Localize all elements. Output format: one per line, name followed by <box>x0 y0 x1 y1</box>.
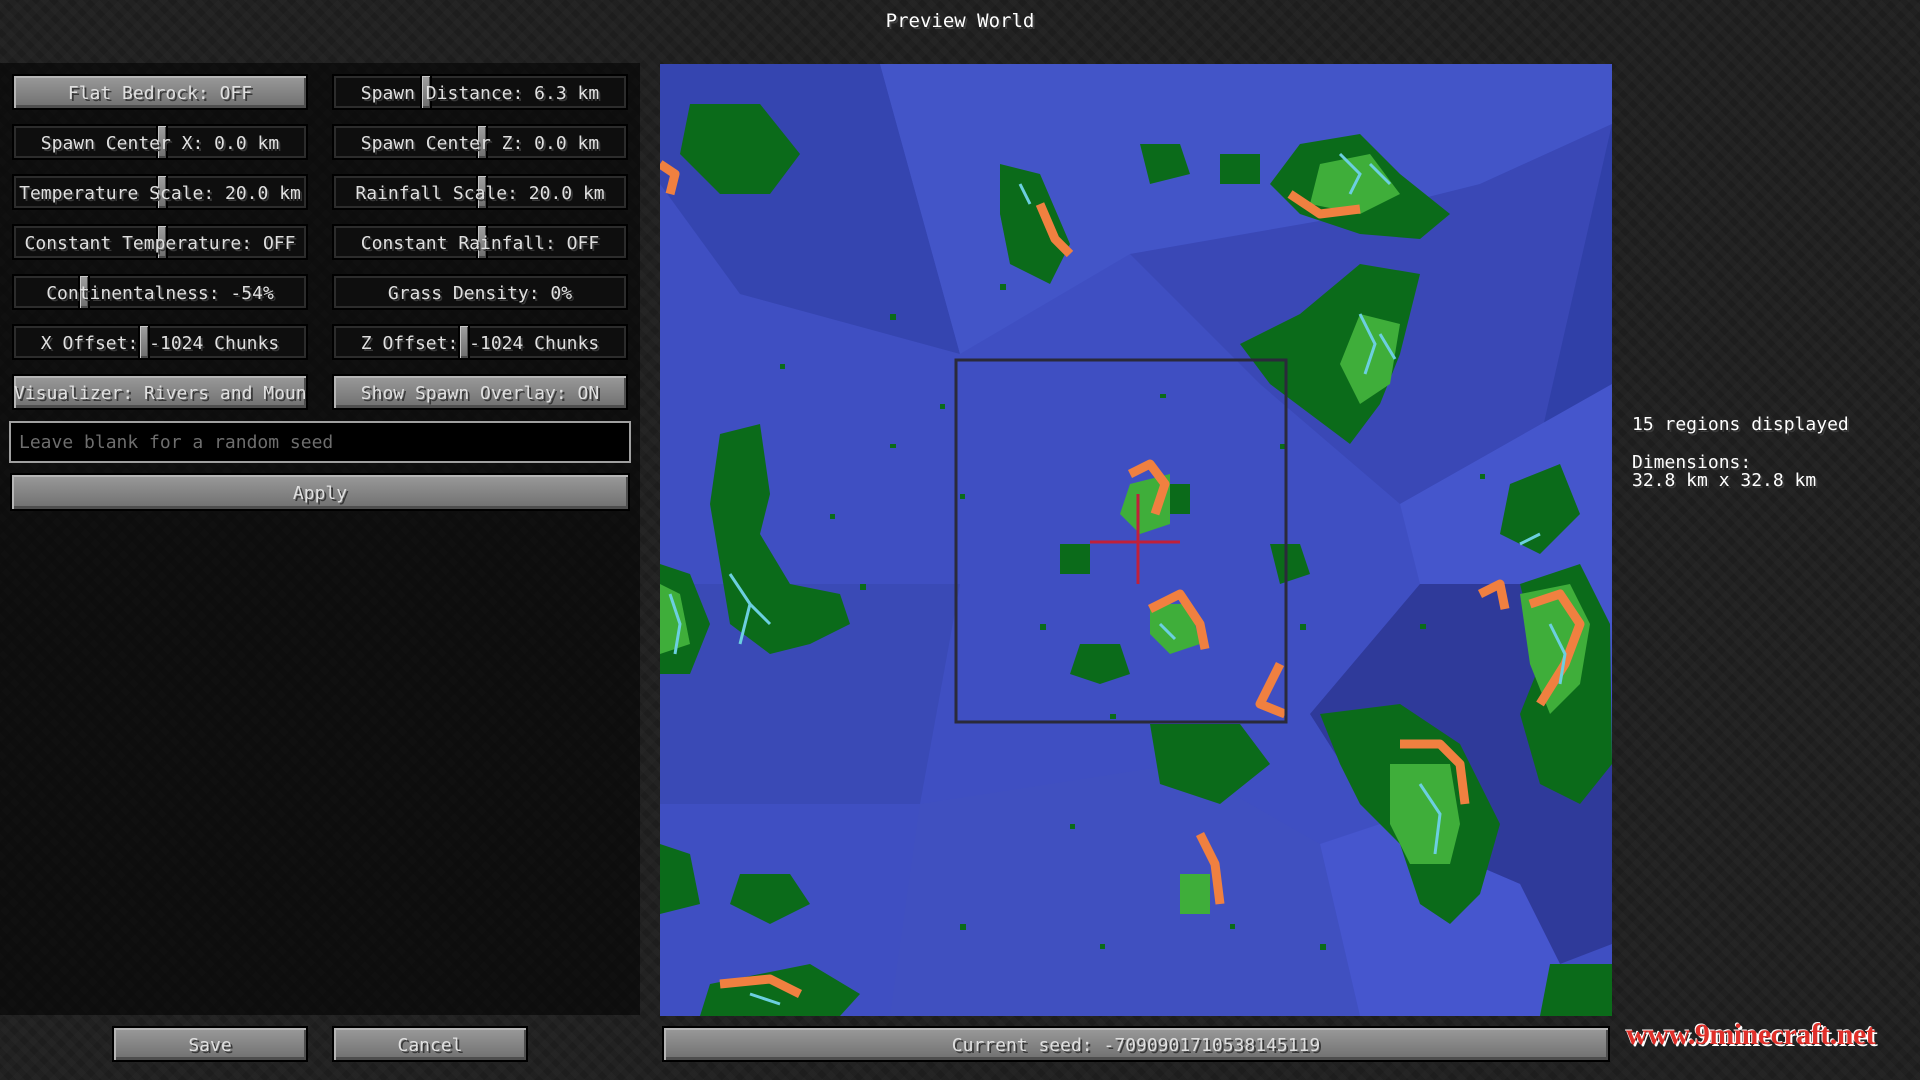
rainfall-scale-slider[interactable]: Rainfall Scale: 20.0 km <box>332 174 628 210</box>
rainfall-scale-label: Rainfall Scale: 20.0 km <box>355 183 605 204</box>
grass-density-label: Grass Density: 0% <box>387 283 573 304</box>
grass-density-slider[interactable]: Grass Density: 0% <box>332 274 628 310</box>
current-seed-display[interactable]: Current seed: -7090901710538145119 <box>662 1026 1610 1062</box>
flat-bedrock-button[interactable]: Flat Bedrock: OFF <box>12 74 308 110</box>
dimensions-value: 32.8 km x 32.8 km <box>1632 470 1817 491</box>
continentalness-label: Continentalness: -54% <box>46 283 274 304</box>
save-button[interactable]: Save <box>112 1026 308 1062</box>
spawn-distance-label: Spawn Distance: 6.3 km <box>360 83 600 104</box>
continentalness-slider[interactable]: Continentalness: -54% <box>12 274 308 310</box>
map-region <box>890 764 1360 1016</box>
constant-rainfall-slider[interactable]: Constant Rainfall: OFF <box>332 224 628 260</box>
x-offset-label: X Offset: -1024 Chunks <box>40 333 280 354</box>
world-map-canvas <box>660 64 1612 1016</box>
regions-displayed: 15 regions displayed <box>1632 414 1849 435</box>
screen-title: Preview World <box>885 10 1035 32</box>
spawn-center-z-label: Spawn Center Z: 0.0 km <box>360 133 600 154</box>
z-offset-label: Z Offset: -1024 Chunks <box>360 333 600 354</box>
constant-temperature-slider[interactable]: Constant Temperature: OFF <box>12 224 308 260</box>
spawn-center-x-label: Spawn Center X: 0.0 km <box>40 133 280 154</box>
world-preview-screen: Preview World Flat Bedrock: OFF Spawn Di… <box>0 0 1920 1080</box>
seed-input[interactable] <box>9 421 631 463</box>
cancel-button[interactable]: Cancel <box>332 1026 528 1062</box>
world-map[interactable] <box>660 64 1612 1016</box>
temperature-scale-label: Temperature Scale: 20.0 km <box>19 183 301 204</box>
constant-rainfall-label: Constant Rainfall: OFF <box>360 233 600 254</box>
watermark-text: www.9minecraft.net <box>1626 1018 1876 1051</box>
visualizer-button[interactable]: Visualizer: Rivers and Mountains <box>12 374 308 410</box>
z-offset-slider[interactable]: Z Offset: -1024 Chunks <box>332 324 628 360</box>
constant-temperature-label: Constant Temperature: OFF <box>24 233 296 254</box>
x-offset-slider[interactable]: X Offset: -1024 Chunks <box>12 324 308 360</box>
spawn-center-x-slider[interactable]: Spawn Center X: 0.0 km <box>12 124 308 160</box>
spawn-center-z-slider[interactable]: Spawn Center Z: 0.0 km <box>332 124 628 160</box>
temperature-scale-slider[interactable]: Temperature Scale: 20.0 km <box>12 174 308 210</box>
spawn-overlay-button[interactable]: Show Spawn Overlay: ON <box>332 374 628 410</box>
spawn-distance-slider[interactable]: Spawn Distance: 6.3 km <box>332 74 628 110</box>
apply-button[interactable]: Apply <box>10 473 630 511</box>
